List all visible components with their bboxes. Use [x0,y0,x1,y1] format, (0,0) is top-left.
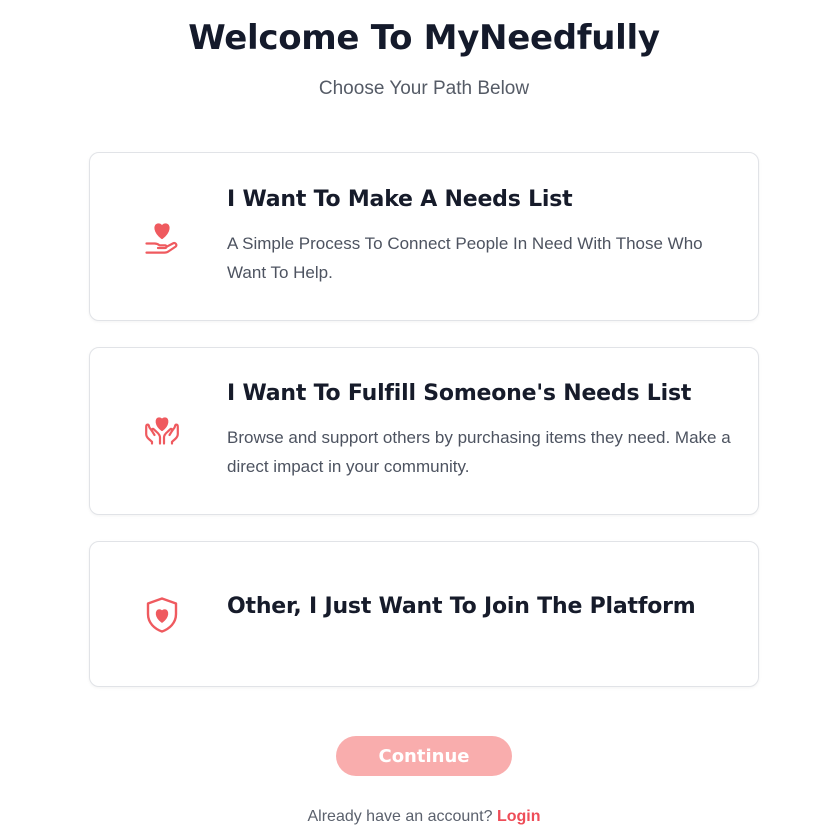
option-description: Browse and support others by purchasing … [227,428,731,476]
login-row: Already have an account? Login [0,808,824,826]
login-prompt: Already have an account? [307,808,493,825]
option-title: I Want To Fulfill Someone's Needs List [227,381,692,406]
continue-button[interactable]: Continue [336,736,512,776]
shield-heart-icon [140,593,184,637]
option-title: I Want To Make A Needs List [227,187,573,212]
hand-heart-icon [140,215,184,259]
page-title: Welcome To MyNeedfully [188,18,660,58]
option-card-make-needs-list[interactable]: I Want To Make A Needs List A Simple Pro… [89,152,759,321]
hands-holding-heart-icon [140,409,184,453]
option-title: Other, I Just Want To Join The Platform [227,594,696,619]
login-link[interactable]: Login [497,808,541,825]
onboarding-page: Welcome To MyNeedfully Choose Your Path … [0,0,824,835]
option-description: A Simple Process To Connect People In Ne… [227,234,703,282]
page-subtitle: Choose Your Path Below [318,78,530,99]
option-card-fulfill-needs-list[interactable]: I Want To Fulfill Someone's Needs List B… [89,347,759,515]
option-card-join-platform[interactable]: Other, I Just Want To Join The Platform [89,541,759,687]
